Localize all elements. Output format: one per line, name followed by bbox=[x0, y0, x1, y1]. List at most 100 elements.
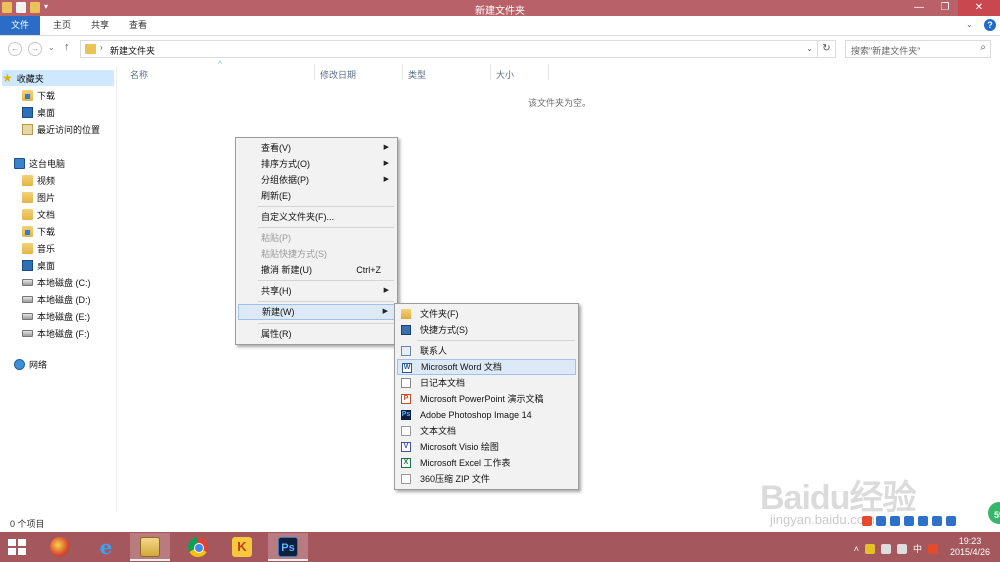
menu-item-new[interactable]: 新建(W) ▶ bbox=[238, 304, 395, 320]
nav-item-desktop-pc[interactable]: 桌面 bbox=[22, 257, 55, 273]
new-powerpoint-item[interactable]: P Microsoft PowerPoint 演示文稿 bbox=[397, 391, 576, 407]
menu-item-refresh[interactable]: 刷新(E) bbox=[238, 188, 395, 204]
new-zip-item[interactable]: 360压缩 ZIP 文件 bbox=[397, 471, 576, 487]
nav-item-downloads[interactable]: 下载 bbox=[22, 87, 55, 103]
ime-indicator[interactable]: 中 bbox=[913, 542, 922, 555]
voice-icon[interactable] bbox=[904, 516, 914, 526]
menu-item-share[interactable]: 共享(H) ▶ bbox=[238, 283, 395, 299]
search-icon[interactable]: ⌕ bbox=[980, 42, 986, 53]
nav-item-recent[interactable]: 最近访问的位置 bbox=[22, 121, 100, 137]
taskbar-app-chrome[interactable] bbox=[178, 533, 218, 561]
status-item-count: 0 个项目 bbox=[10, 519, 45, 529]
restore-button[interactable]: ❐ bbox=[932, 0, 958, 16]
nav-item-disk-f[interactable]: 本地磁盘 (F:) bbox=[22, 325, 90, 341]
ime-s-icon[interactable] bbox=[862, 516, 872, 526]
menu-item-properties[interactable]: 属性(R) bbox=[238, 326, 395, 342]
network-icon bbox=[14, 358, 25, 370]
address-bar[interactable]: › 新建文件夹 ⌄ ↻ bbox=[80, 40, 836, 58]
new-text-document-item[interactable]: 文本文档 bbox=[397, 423, 576, 439]
refresh-icon[interactable]: ↻ bbox=[817, 41, 835, 57]
skin-icon[interactable] bbox=[932, 516, 942, 526]
nav-item-documents[interactable]: 文档 bbox=[22, 206, 55, 222]
column-divider[interactable] bbox=[548, 64, 549, 80]
taskbar-app-photoshop[interactable]: Ps bbox=[268, 533, 308, 561]
ime-cn-icon[interactable] bbox=[876, 516, 886, 526]
taskbar-app-explorer[interactable] bbox=[130, 533, 170, 561]
internet-explorer-icon: e bbox=[99, 535, 113, 559]
nav-label: 网络 bbox=[29, 359, 48, 370]
up-button[interactable]: ↑ bbox=[64, 41, 70, 53]
nav-item-downloads-pc[interactable]: 下载 bbox=[22, 223, 55, 239]
menu-item-label: 共享(H) bbox=[261, 286, 292, 296]
nav-item-disk-c[interactable]: 本地磁盘 (C:) bbox=[22, 274, 91, 290]
forward-button[interactable]: → bbox=[28, 42, 42, 56]
column-divider[interactable] bbox=[490, 64, 491, 80]
menu-item-group-by[interactable]: 分组依据(P) ▶ bbox=[238, 172, 395, 188]
nav-item-videos[interactable]: 视频 bbox=[22, 172, 55, 188]
tab-view[interactable]: 查看 bbox=[124, 16, 152, 35]
nav-this-pc[interactable]: 这台电脑 bbox=[14, 155, 65, 171]
new-photoshop-item[interactable]: Ps Adobe Photoshop Image 14 bbox=[397, 407, 576, 423]
recent-locations-icon[interactable]: ⌄ bbox=[48, 43, 55, 52]
address-dropdown-icon[interactable]: ⌄ bbox=[806, 44, 813, 53]
show-hidden-icons-icon[interactable]: ˄ bbox=[854, 544, 859, 554]
column-header-size[interactable]: 大小 bbox=[496, 68, 514, 81]
column-divider[interactable] bbox=[402, 64, 403, 80]
tab-home[interactable]: 主页 bbox=[48, 16, 76, 35]
column-divider[interactable] bbox=[314, 64, 315, 80]
speed-badge[interactable]: 59 bbox=[986, 500, 1000, 526]
close-button[interactable]: ✕ bbox=[958, 0, 1000, 16]
new-contact-item[interactable]: 联系人 bbox=[397, 343, 576, 359]
column-header-date[interactable]: 修改日期 bbox=[320, 68, 356, 81]
taskbar-app-ie[interactable]: e bbox=[86, 533, 126, 561]
new-word-document-item[interactable]: W Microsoft Word 文档 bbox=[397, 359, 576, 375]
menu-item-label: Microsoft Excel 工作表 bbox=[420, 458, 511, 468]
nav-item-music[interactable]: 音乐 bbox=[22, 240, 55, 256]
expand-ribbon-icon[interactable]: ⌄ bbox=[966, 20, 976, 30]
star-icon: ★ bbox=[2, 70, 13, 85]
sogou-icon[interactable] bbox=[928, 543, 938, 554]
nav-item-pictures[interactable]: 图片 bbox=[22, 189, 55, 205]
help-icon[interactable]: ? bbox=[984, 19, 996, 31]
taskbar-app-kingsoft[interactable]: K bbox=[222, 533, 262, 561]
start-button[interactable] bbox=[8, 539, 26, 555]
keyboard-icon[interactable] bbox=[918, 516, 928, 526]
nav-label: 图片 bbox=[37, 192, 56, 203]
nav-network[interactable]: 网络 bbox=[14, 356, 47, 372]
nav-item-disk-d[interactable]: 本地磁盘 (D:) bbox=[22, 291, 91, 307]
search-input[interactable]: 搜索"新建文件夹" ⌕ bbox=[845, 40, 991, 58]
nav-favorites[interactable]: ★ 收藏夹 bbox=[2, 70, 114, 86]
menu-item-customize-folder[interactable]: 自定义文件夹(F)... bbox=[238, 209, 395, 225]
taskbar-app-360[interactable] bbox=[40, 533, 80, 561]
volume-icon[interactable] bbox=[896, 543, 907, 554]
powerpoint-icon: P bbox=[401, 394, 411, 404]
new-excel-item[interactable]: X Microsoft Excel 工作表 bbox=[397, 455, 576, 471]
new-folder-item[interactable]: 文件夹(F) bbox=[397, 306, 576, 322]
security-icon[interactable] bbox=[864, 543, 875, 554]
new-shortcut-item[interactable]: 快捷方式(S) bbox=[397, 322, 576, 338]
new-visio-item[interactable]: V Microsoft Visio 绘图 bbox=[397, 439, 576, 455]
menu-item-view[interactable]: 查看(V) ▶ bbox=[238, 140, 395, 156]
computer-icon bbox=[14, 157, 25, 169]
menu-item-undo-new[interactable]: 撤消 新建(U) Ctrl+Z bbox=[238, 262, 395, 278]
downloads-icon bbox=[22, 225, 33, 237]
nav-item-desktop[interactable]: 桌面 bbox=[22, 104, 55, 120]
breadcrumb-current[interactable]: 新建文件夹 bbox=[110, 44, 155, 57]
tab-share[interactable]: 共享 bbox=[86, 16, 114, 35]
breadcrumb-chevron-icon[interactable]: › bbox=[100, 43, 103, 52]
column-header-name[interactable]: 名称 bbox=[130, 68, 148, 81]
back-button[interactable]: ← bbox=[8, 42, 22, 56]
minimize-button[interactable]: — bbox=[906, 0, 932, 16]
clock[interactable]: 19:23 2015/4/26 bbox=[950, 536, 990, 558]
punctuation-icon[interactable] bbox=[890, 516, 900, 526]
network-status-icon[interactable] bbox=[880, 543, 891, 554]
menu-item-sort-by[interactable]: 排序方式(O) ▶ bbox=[238, 156, 395, 172]
column-header-type[interactable]: 类型 bbox=[408, 68, 426, 81]
tab-file[interactable]: 文件 bbox=[0, 16, 40, 35]
new-journal-item[interactable]: 日记本文档 bbox=[397, 375, 576, 391]
submenu-arrow-icon: ▶ bbox=[383, 176, 389, 183]
folder-icon bbox=[85, 44, 96, 54]
nav-item-disk-e[interactable]: 本地磁盘 (E:) bbox=[22, 308, 90, 324]
menu-item-label: Microsoft Visio 绘图 bbox=[420, 442, 499, 452]
tools-icon[interactable] bbox=[946, 516, 956, 526]
